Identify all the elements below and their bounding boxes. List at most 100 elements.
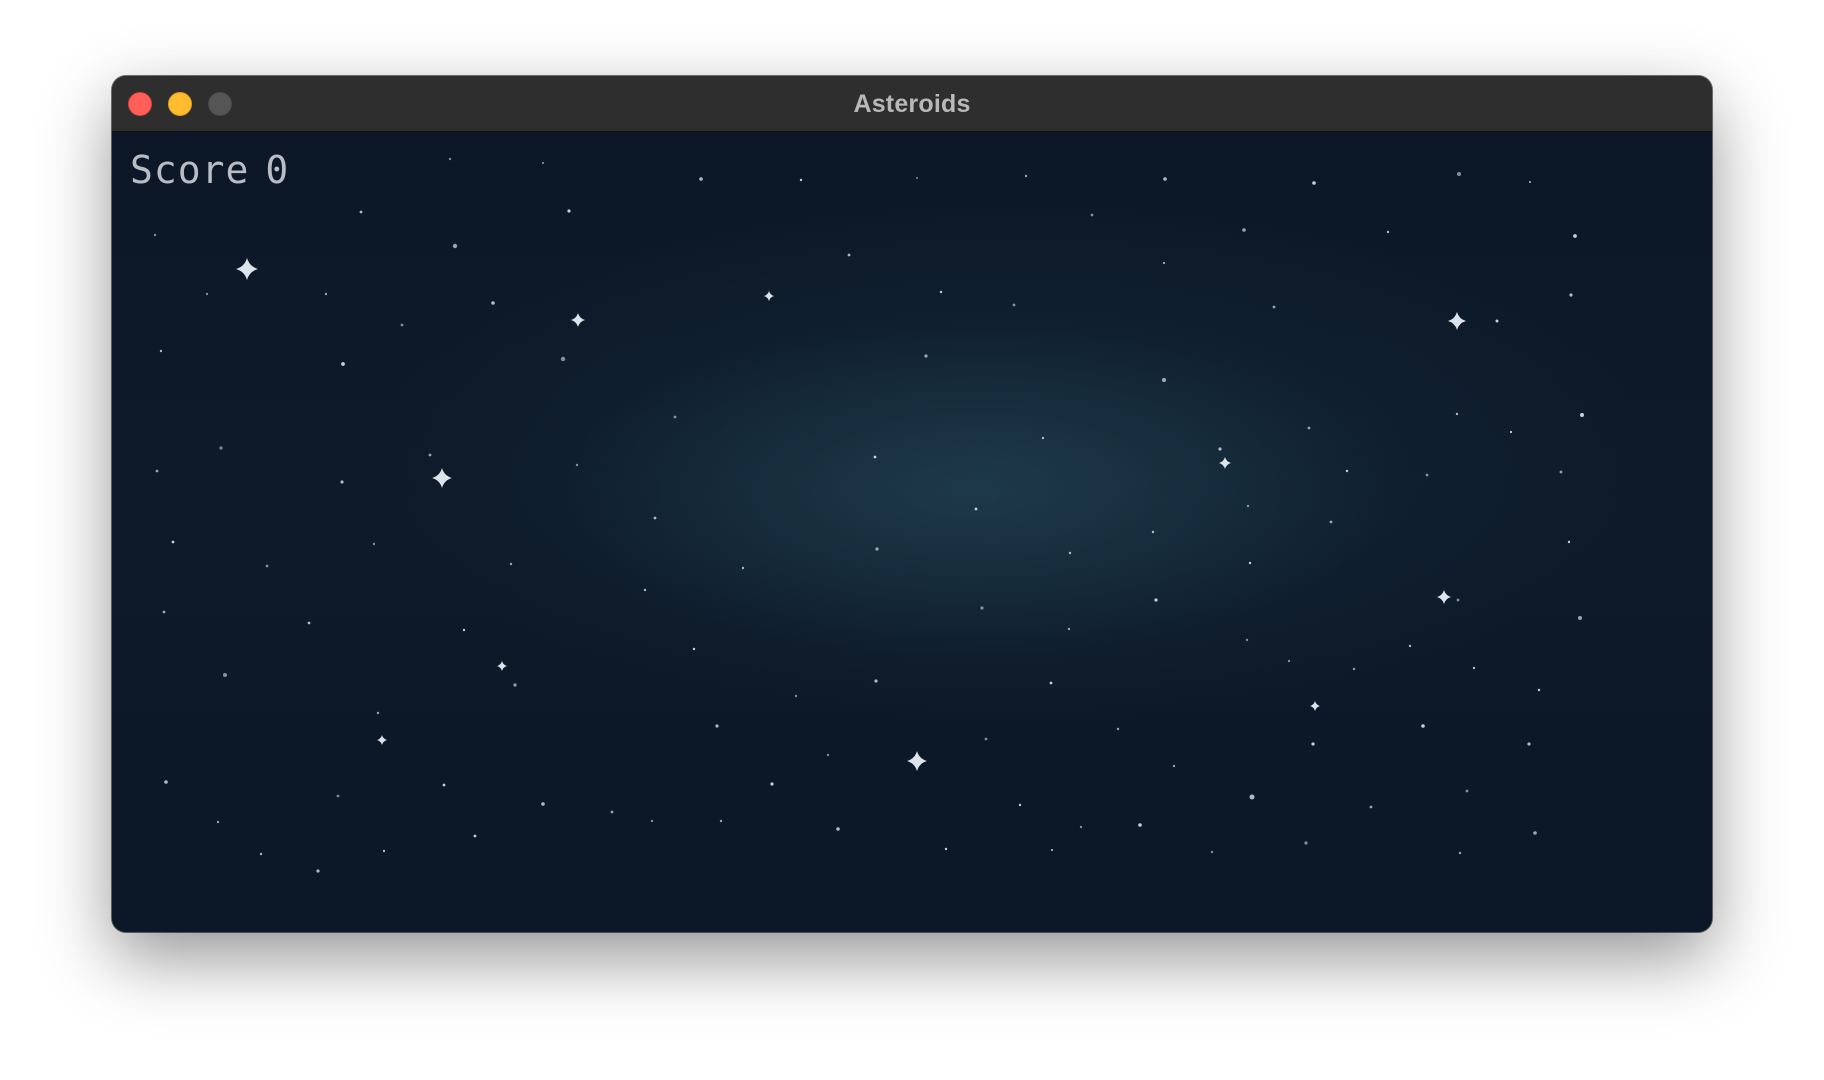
star: [1138, 823, 1142, 827]
star: [567, 209, 571, 213]
star: [1527, 742, 1531, 746]
star: [1090, 213, 1094, 217]
star: [159, 349, 163, 353]
sparkle-star: [377, 735, 387, 745]
star: [542, 162, 544, 164]
star: [873, 455, 877, 459]
star: [448, 157, 452, 161]
sparkle-star: [1448, 312, 1466, 330]
star: [1151, 530, 1155, 534]
star: [560, 356, 566, 362]
sparkle-star: [1310, 701, 1320, 711]
star: [916, 177, 918, 179]
star: [1457, 172, 1461, 176]
star: [1049, 681, 1053, 685]
sparkle-star: [497, 661, 507, 671]
sparkle-star: [1219, 457, 1231, 469]
star: [1012, 303, 1016, 307]
star: [1528, 180, 1532, 184]
star: [1116, 727, 1120, 731]
star: [741, 566, 745, 570]
score-value: 0: [265, 148, 290, 192]
sparkle-star: [432, 468, 452, 488]
game-canvas[interactable]: Score 0: [112, 132, 1712, 932]
star: [984, 737, 988, 741]
star: [162, 610, 166, 614]
star: [847, 253, 851, 257]
star: [1408, 644, 1412, 648]
star: [1559, 470, 1563, 474]
score-display: Score 0: [130, 148, 289, 192]
star: [1311, 742, 1315, 746]
star: [1172, 764, 1176, 768]
star: [799, 178, 803, 182]
star: [341, 362, 345, 366]
score-label: Score: [130, 148, 250, 192]
star: [400, 323, 404, 327]
star: [575, 463, 579, 467]
star: [509, 562, 513, 566]
star: [1573, 234, 1577, 238]
star: [1248, 561, 1252, 565]
star: [699, 177, 703, 181]
star: [826, 753, 830, 757]
star: [610, 810, 614, 814]
star: [1161, 377, 1167, 383]
star: [1312, 181, 1316, 185]
title-bar[interactable]: Asteroids: [112, 76, 1712, 132]
star: [1425, 473, 1429, 477]
star: [1018, 803, 1022, 807]
star: [1163, 262, 1165, 264]
star: [1329, 520, 1333, 524]
starfield: [153, 157, 1584, 873]
star: [336, 794, 340, 798]
window-title: Asteroids: [853, 90, 971, 118]
star: [1051, 849, 1053, 851]
star: [650, 819, 654, 823]
star: [491, 301, 495, 305]
star: [442, 783, 446, 787]
star: [770, 782, 774, 786]
star: [1079, 825, 1083, 829]
star: [1307, 426, 1311, 430]
star: [1580, 413, 1584, 417]
star: [1210, 850, 1214, 854]
star: [1421, 724, 1425, 728]
sparkle-star: [907, 751, 927, 771]
star: [216, 820, 220, 824]
star: [205, 292, 209, 296]
star: [1068, 551, 1072, 555]
star: [1465, 789, 1469, 793]
star: [1304, 841, 1308, 845]
star: [1246, 504, 1250, 508]
star: [1249, 794, 1255, 800]
sparkle-star: [571, 313, 585, 327]
star: [1569, 293, 1573, 297]
sparkle-star: [1437, 590, 1451, 604]
star: [1352, 667, 1356, 671]
star: [171, 540, 175, 544]
star: [643, 588, 647, 592]
star: [1245, 638, 1249, 642]
star: [1272, 305, 1276, 309]
star: [692, 647, 696, 651]
star: [1041, 436, 1045, 440]
star: [794, 694, 798, 698]
star: [428, 453, 432, 457]
star: [164, 780, 168, 784]
star: [874, 679, 878, 683]
star: [1456, 598, 1460, 602]
star: [1242, 228, 1246, 232]
star: [1533, 831, 1537, 835]
star: [462, 628, 466, 632]
star: [307, 621, 311, 625]
star: [1154, 598, 1158, 602]
star: [974, 507, 978, 511]
star: [1458, 851, 1462, 855]
star: [513, 683, 517, 687]
star: [673, 415, 677, 419]
game-window: Asteroids Score 0: [112, 76, 1712, 932]
star: [1509, 430, 1513, 434]
star: [473, 834, 477, 838]
star: [924, 354, 928, 358]
